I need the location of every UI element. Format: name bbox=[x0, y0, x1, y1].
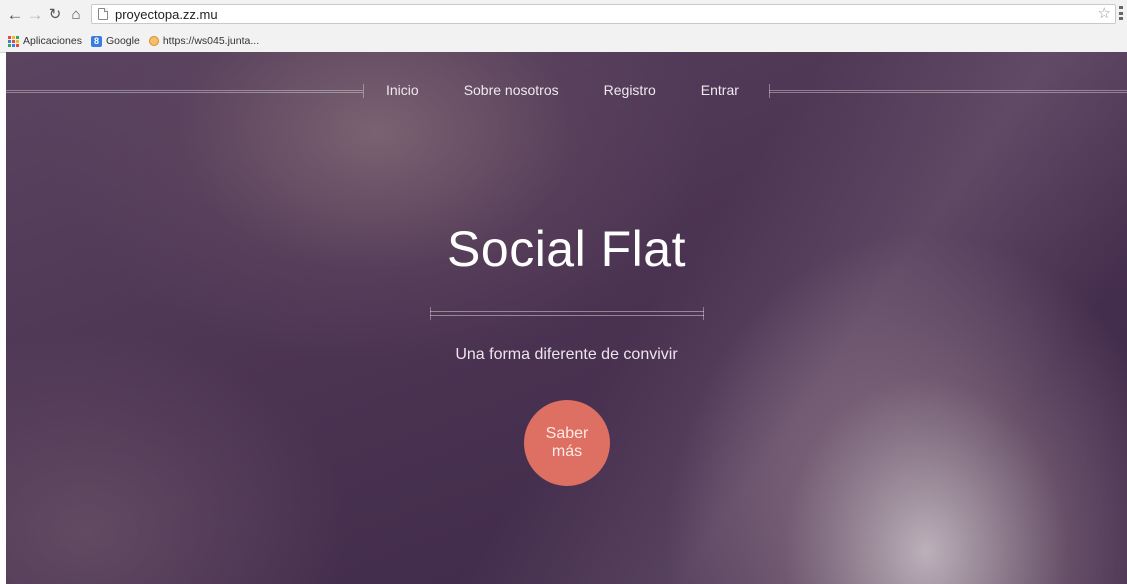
home-icon[interactable]: ⌂ bbox=[67, 5, 85, 23]
forward-arrow-icon[interactable]: → bbox=[26, 5, 44, 23]
nav-link-sobre-nosotros[interactable]: Sobre nosotros bbox=[464, 82, 559, 102]
divider-tick-left bbox=[430, 307, 431, 320]
bookmark-junta[interactable]: https://ws045.junta... bbox=[148, 35, 260, 47]
nav-line-left bbox=[6, 90, 363, 93]
browser-chrome: ← → ↻ ⌂ proyectopa.zz.mu ☆ Aplicaciones … bbox=[0, 0, 1127, 53]
address-bar[interactable]: proyectopa.zz.mu ☆ bbox=[91, 4, 1116, 24]
browser-toolbar: ← → ↻ ⌂ proyectopa.zz.mu ☆ bbox=[0, 0, 1127, 30]
main-nav: Inicio Sobre nosotros Registro Entrar bbox=[386, 82, 739, 102]
bookmarks-bar: Aplicaciones 8 Google https://ws045.junt… bbox=[0, 31, 268, 51]
bookmark-google[interactable]: 8 Google bbox=[90, 35, 140, 47]
bookmark-label: Aplicaciones bbox=[23, 35, 82, 47]
bookmark-label: Google bbox=[105, 35, 140, 47]
browser-menu-icon[interactable] bbox=[1119, 6, 1123, 20]
page-document-icon bbox=[98, 8, 108, 20]
url-text[interactable]: proyectopa.zz.mu bbox=[115, 7, 218, 22]
back-arrow-icon[interactable]: ← bbox=[6, 5, 24, 23]
divider-tick-right bbox=[703, 307, 704, 320]
title-divider bbox=[430, 311, 704, 316]
junta-favicon-icon bbox=[148, 36, 159, 46]
nav-link-entrar[interactable]: Entrar bbox=[701, 82, 739, 102]
hero-section: Inicio Sobre nosotros Registro Entrar So… bbox=[6, 52, 1127, 584]
nav-line-right bbox=[769, 90, 1127, 93]
nav-link-inicio[interactable]: Inicio bbox=[386, 82, 419, 102]
nav-line-left-tick bbox=[363, 84, 364, 98]
saber-mas-button[interactable]: Saber más bbox=[524, 400, 610, 486]
hero-title: Social Flat bbox=[447, 221, 686, 277]
hero-subtitle: Una forma diferente de convivir bbox=[455, 346, 678, 363]
bookmark-label: https://ws045.junta... bbox=[162, 35, 260, 47]
bookmark-aplicaciones[interactable]: Aplicaciones bbox=[8, 35, 82, 47]
bookmark-star-icon[interactable]: ☆ bbox=[1098, 5, 1111, 23]
google-icon: 8 bbox=[90, 35, 102, 47]
reload-icon[interactable]: ↻ bbox=[46, 5, 64, 23]
nav-link-registro[interactable]: Registro bbox=[604, 82, 656, 102]
nav-line-right-tick bbox=[769, 84, 770, 98]
apps-icon bbox=[8, 35, 19, 47]
